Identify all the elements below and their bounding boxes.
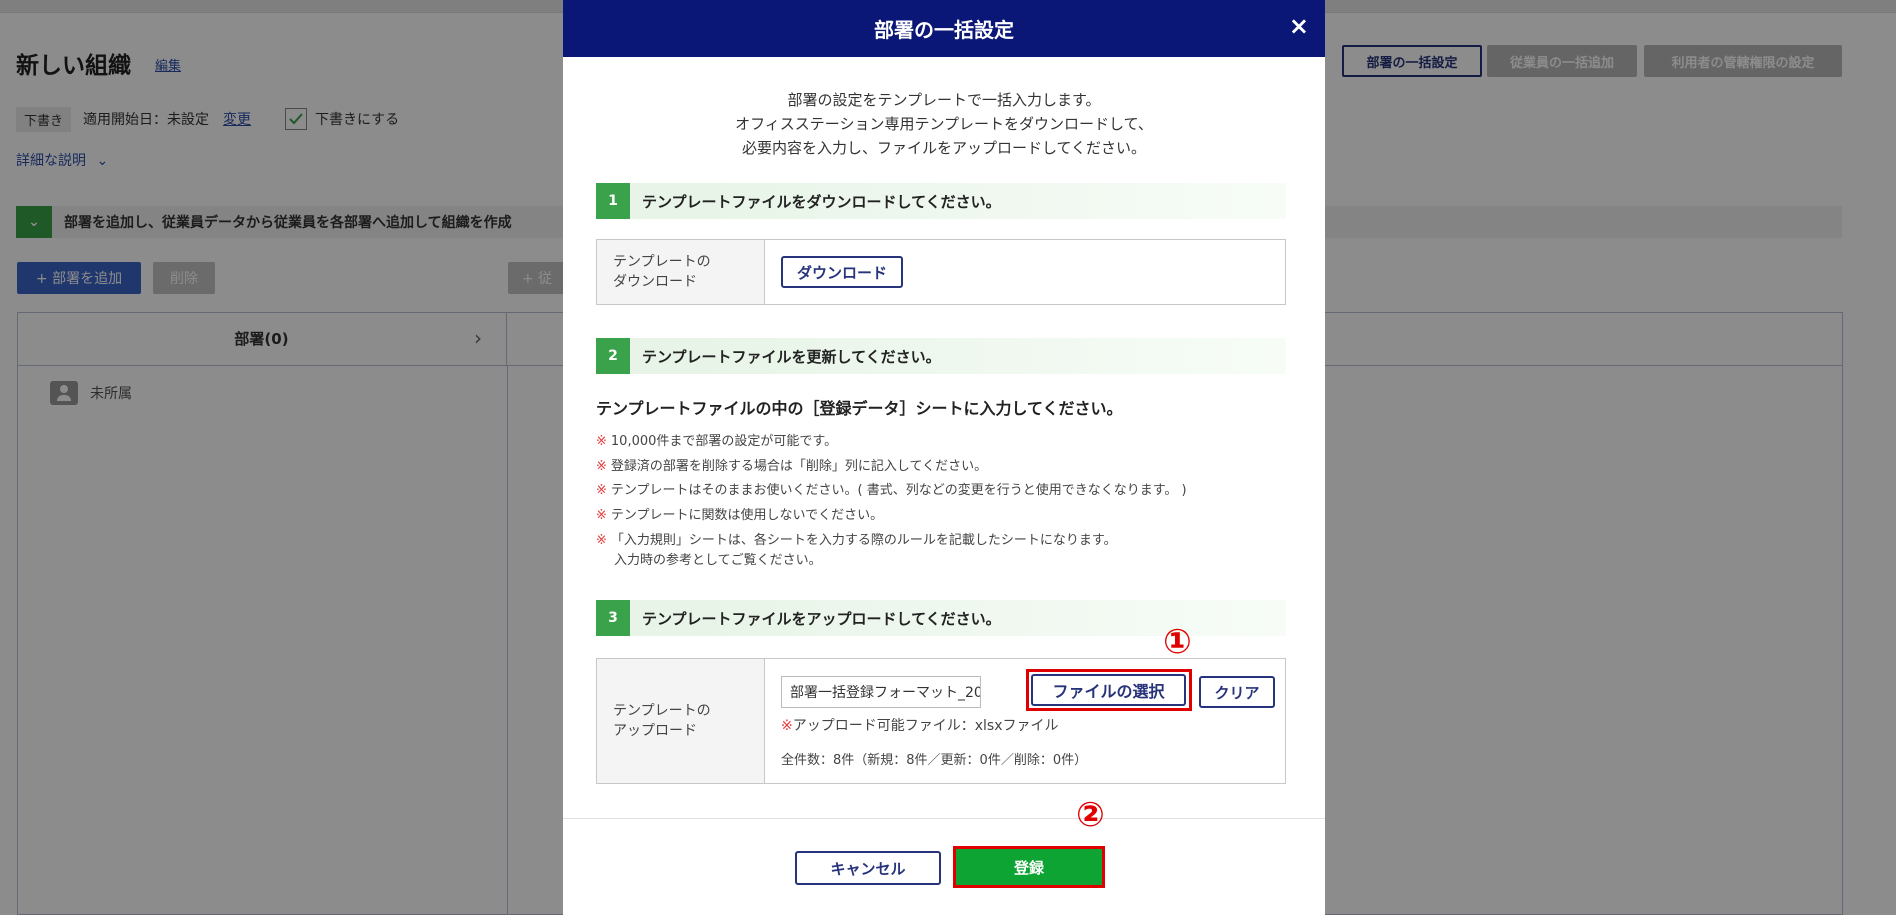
step-text: テンプレートファイルをアップロードしてください。 xyxy=(642,609,1001,628)
close-icon[interactable]: × xyxy=(1289,12,1309,40)
upload-row-value: 部署一括登録フォーマット_2022 ファイルの選択 クリア ※アップロード可能フ… xyxy=(765,659,1285,783)
file-name-field[interactable]: 部署一括登録フォーマット_2022 xyxy=(781,676,981,708)
record-counts: 全件数：8件（新規：8件／更新：0件／削除：0件） xyxy=(781,753,1088,768)
note-item: ※ 「入力規則」シートは、各シートを入力する際のルールを記載したシートになります。 xyxy=(596,533,1117,548)
note-item: ※ テンプレートはそのままお使いください。( 書式、列などの変更を行うと使用できな… xyxy=(596,483,1187,498)
marker-1: ① xyxy=(1163,622,1192,662)
label-line: テンプレートの xyxy=(613,254,711,270)
modal-intro: 部署の設定をテンプレートで一括入力します。 オフィスステーション専用テンプレート… xyxy=(563,88,1325,160)
intro-line: オフィスステーション専用テンプレートをダウンロードして、 xyxy=(735,115,1153,133)
download-row-label: テンプレートの ダウンロード xyxy=(597,240,765,304)
step-number: 1 xyxy=(596,183,630,219)
label-line: ダウンロード xyxy=(613,274,697,290)
download-button[interactable]: ダウンロード xyxy=(781,256,903,288)
step-1-header: 1 テンプレートファイルをダウンロードしてください。 xyxy=(596,183,1286,219)
modal-header: 部署の一括設定 × xyxy=(563,0,1325,57)
marker-2: ② xyxy=(1076,795,1105,835)
sheet-instruction: テンプレートファイルの中の［登録データ］シートに入力してください。 xyxy=(596,399,1123,418)
bulk-department-modal: 部署の一括設定 × 部署の設定をテンプレートで一括入力します。 オフィスステーシ… xyxy=(563,0,1325,915)
download-row: テンプレートの ダウンロード ダウンロード xyxy=(596,239,1286,305)
note-item: ※ 10,000件まで部署の設定が可能です。 xyxy=(596,434,838,449)
step-text: テンプレートファイルを更新してください。 xyxy=(642,347,941,366)
note-item: ※ テンプレートに関数は使用しないでください。 xyxy=(596,507,884,523)
step-text: テンプレートファイルをダウンロードしてください。 xyxy=(642,192,1001,211)
download-row-value: ダウンロード xyxy=(765,240,1285,304)
modal-title: 部署の一括設定 xyxy=(874,18,1014,42)
select-file-button[interactable]: ファイルの選択 xyxy=(1031,674,1186,706)
notes-list: ※ 10,000件まで部署の設定が可能です。 ※ 登録済の部署を削除する場合は「削除… xyxy=(596,430,1187,571)
step-number: 2 xyxy=(596,338,630,374)
label-line: テンプレートの xyxy=(613,703,711,719)
register-button[interactable]: 登録 xyxy=(953,846,1105,888)
label-line: アップロード xyxy=(613,723,697,739)
clear-button[interactable]: クリア xyxy=(1199,676,1275,708)
note-item: ※ 登録済の部署を削除する場合は「削除」列に記入してください。 xyxy=(596,458,988,474)
upload-row: テンプレートの アップロード 部署一括登録フォーマット_2022 ファイルの選択… xyxy=(596,658,1286,784)
step-number: 3 xyxy=(596,600,630,636)
step-2-header: 2 テンプレートファイルを更新してください。 xyxy=(596,338,1286,374)
intro-line: 必要内容を入力し、ファイルをアップロードしてください。 xyxy=(741,139,1147,157)
upload-row-label: テンプレートの アップロード xyxy=(597,659,765,783)
allowed-files-note: ※アップロード可能ファイル：xlsxファイル xyxy=(781,718,1059,734)
intro-line: 部署の設定をテンプレートで一括入力します。 xyxy=(787,91,1101,109)
footer-divider xyxy=(563,818,1325,819)
note-continuation: 入力時の参考としてご覧ください。 xyxy=(614,553,822,568)
cancel-button[interactable]: キャンセル xyxy=(795,851,941,885)
